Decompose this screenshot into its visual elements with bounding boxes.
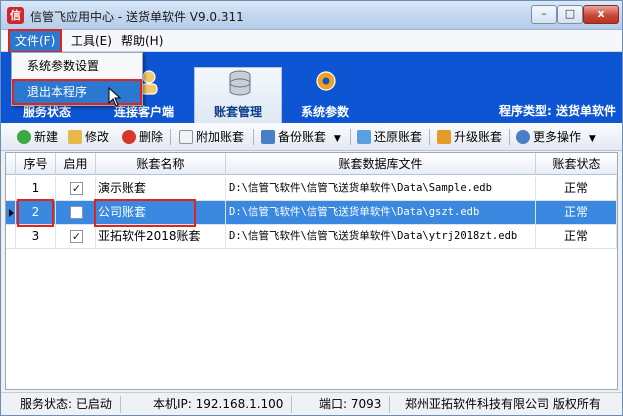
new-button[interactable]: 新建 (17, 128, 58, 146)
upgrade-account-label: 升级账套 (454, 130, 503, 144)
table-row[interactable]: 1 ✓ 演示账套 D:\信管飞软件\信管飞送货单软件\Data\Sample.e… (6, 177, 617, 201)
header-status[interactable]: 账套状态 (536, 153, 617, 175)
row-number: 1 (16, 177, 56, 200)
toolbar: 新建 修改 删除 附加账套 备份账套 ▼ 还原账套 升级账套 更多操作 ▼ (1, 123, 622, 151)
header-indicator (6, 153, 16, 175)
table-header: 序号 启用 账套名称 账套数据库文件 账套状态 (6, 153, 617, 175)
more-actions-label: 更多操作 (533, 130, 582, 144)
enabled-checkbox[interactable] (70, 206, 83, 219)
chevrons-down-icon (516, 130, 530, 144)
enabled-checkbox[interactable]: ✓ (70, 230, 83, 243)
program-type-label: 程序类型: 送货单软件 (499, 104, 616, 118)
toolbar-divider (350, 129, 351, 145)
accounts-table: 序号 启用 账套名称 账套数据库文件 账套状态 1 ✓ 演示账套 D:\信管飞软… (5, 152, 618, 390)
toolbar-divider (509, 129, 510, 145)
maximize-button[interactable]: □ (557, 5, 583, 24)
enabled-checkbox[interactable]: ✓ (70, 182, 83, 195)
menu-bar: 文件(F) 工具(E) 帮助(H) (1, 29, 622, 53)
tab-system-params-label: 系统参数 (300, 105, 349, 119)
backup-account-button[interactable]: 备份账套 ▼ (261, 128, 341, 146)
app-window: 信 信管飞应用中心 - 送货单软件 V9.0.311 – □ x 文件(F) 工… (0, 0, 623, 416)
tab-accounts-label: 账套管理 (213, 105, 262, 119)
delete-button-label: 删除 (139, 130, 164, 144)
header-name[interactable]: 账套名称 (96, 153, 226, 175)
menu-tools[interactable]: 工具(E) (66, 31, 117, 51)
close-button[interactable]: x (583, 5, 619, 24)
delete-icon (122, 130, 136, 144)
account-status: 正常 (536, 177, 617, 200)
attach-icon (179, 130, 193, 144)
copyright-text: 郑州亚拓软件科技有限公司 版权所有 (405, 397, 601, 411)
attach-account-button[interactable]: 附加账套 (179, 128, 244, 146)
row-indicator (6, 225, 16, 248)
row-number: 3 (16, 225, 56, 248)
backup-icon (261, 130, 275, 144)
minimize-button[interactable]: – (531, 5, 557, 24)
row-indicator (6, 201, 16, 224)
app-logo-icon: 信 (7, 7, 24, 24)
delete-button[interactable]: 删除 (122, 128, 163, 146)
ip-address-text: 本机IP: 192.168.1.100 (153, 396, 293, 413)
more-dropdown-chevron-icon[interactable]: ▼ (589, 134, 596, 144)
edit-button[interactable]: 修改 (68, 128, 109, 146)
new-button-label: 新建 (34, 130, 59, 144)
toolbar-divider (170, 129, 171, 145)
database-icon (229, 70, 251, 96)
account-file: D:\信管飞软件\信管飞送货单软件\Data\Sample.edb (226, 177, 536, 200)
restore-icon (357, 130, 371, 144)
toolbar-divider (253, 129, 254, 145)
enabled-cell (56, 201, 96, 224)
mouse-cursor-icon (108, 87, 122, 107)
restore-account-label: 还原账套 (374, 130, 423, 144)
highlight-box (94, 199, 196, 227)
account-name: 演示账套 (96, 177, 226, 200)
enabled-cell: ✓ (56, 225, 96, 248)
menu-file[interactable]: 文件(F) (7, 29, 63, 53)
add-icon (17, 130, 31, 144)
status-bar: 服务状态: 已启动 本机IP: 192.168.1.100 端口: 7093 郑… (1, 392, 622, 415)
edit-button-label: 修改 (85, 130, 110, 144)
attach-account-label: 附加账套 (196, 130, 245, 144)
menu-item-system-settings[interactable]: 系统参数设置 (14, 55, 140, 77)
table-row[interactable]: 3 ✓ 亚拓软件2018账套 D:\信管飞软件\信管飞送货单软件\Data\yt… (6, 225, 617, 249)
title-bar: 信 信管飞应用中心 - 送货单软件 V9.0.311 – □ x (1, 1, 622, 30)
file-menu-dropdown: 系统参数设置 退出本程序 (11, 52, 143, 106)
upgrade-account-button[interactable]: 升级账套 (437, 128, 502, 146)
account-file: D:\信管飞软件\信管飞送货单软件\Data\ytrj2018zt.edb (226, 225, 536, 248)
account-status: 正常 (536, 201, 617, 224)
upgrade-icon (437, 130, 451, 144)
backup-dropdown-chevron-icon[interactable]: ▼ (334, 134, 341, 144)
menu-help[interactable]: 帮助(H) (116, 31, 168, 51)
service-status-text: 服务状态: 已启动 (20, 396, 121, 413)
port-text: 端口: 7093 (319, 396, 391, 413)
tab-accounts[interactable]: 账套管理 (194, 67, 282, 123)
gear-icon (316, 71, 336, 91)
header-file[interactable]: 账套数据库文件 (226, 153, 536, 175)
header-no[interactable]: 序号 (16, 153, 56, 175)
current-row-icon (9, 209, 14, 217)
tab-system-params[interactable]: 系统参数 (281, 52, 369, 123)
window-title: 信管飞应用中心 - 送货单软件 V9.0.311 (30, 10, 244, 24)
account-file: D:\信管飞软件\信管飞送货单软件\Data\gszt.edb (226, 201, 536, 224)
more-actions-button[interactable]: 更多操作 ▼ (516, 128, 596, 146)
row-indicator (6, 177, 16, 200)
highlight-box (17, 199, 54, 227)
restore-account-button[interactable]: 还原账套 (357, 128, 422, 146)
enabled-cell: ✓ (56, 177, 96, 200)
backup-account-label: 备份账套 (278, 130, 327, 144)
account-name: 亚拓软件2018账套 (96, 225, 226, 248)
header-enabled[interactable]: 启用 (56, 153, 96, 175)
edit-icon (68, 130, 82, 144)
account-status: 正常 (536, 225, 617, 248)
toolbar-divider (429, 129, 430, 145)
